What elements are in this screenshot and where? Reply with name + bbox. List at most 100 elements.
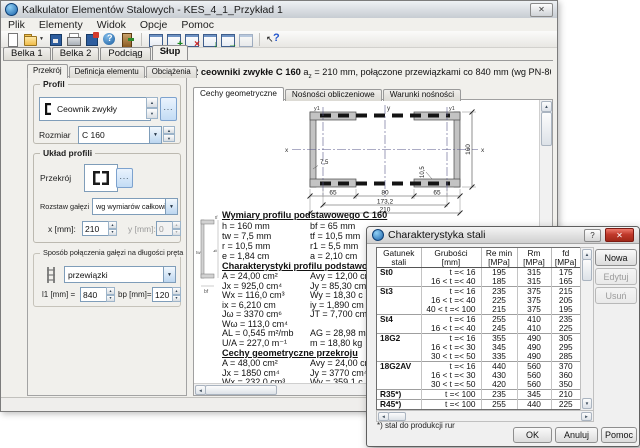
save-report-icon bbox=[84, 32, 99, 47]
value-cell: 440 bbox=[517, 400, 551, 410]
channel-dimension-sketch: h bf tw tf bbox=[196, 212, 222, 296]
rozstaw-value: wg wymiarów całkowitych bbox=[93, 202, 165, 211]
steel-row[interactable]: R45*)t =< 100255440225 bbox=[377, 400, 580, 410]
steel-table[interactable]: GatunekstaliGrubości[mm]Re min[MPa]Rm[MP… bbox=[377, 248, 580, 409]
sposob-combo[interactable]: przewiązki bbox=[64, 266, 176, 283]
scroll-right-icon[interactable] bbox=[581, 412, 592, 421]
tab-przekroj[interactable]: Przekrój bbox=[27, 64, 68, 78]
rozstaw-combo[interactable]: wg wymiarów całkowitych bbox=[92, 198, 178, 215]
element-export-icon bbox=[220, 32, 235, 47]
header-section-name: 2 ceowniki zwykłe C 160 bbox=[193, 66, 301, 77]
tab-cechy-geometryczne[interactable]: Cechy geometryczne bbox=[193, 87, 284, 101]
dialog-title-bar[interactable]: Charakterystyka stali bbox=[367, 227, 639, 244]
close-button[interactable] bbox=[530, 3, 553, 17]
spin-down-icon[interactable] bbox=[172, 295, 181, 303]
element-locked-button[interactable] bbox=[237, 32, 254, 47]
steel-row[interactable]: St0t =< 16195315175 bbox=[377, 268, 580, 278]
new-steel-button[interactable]: Nowa bbox=[595, 249, 637, 266]
header-symbol: a bbox=[301, 67, 309, 77]
section-wymiary: Wymiary profilu podstawowego C 160 h = 1… bbox=[222, 210, 387, 261]
steel-row[interactable]: St4t =< 16255410235 bbox=[377, 315, 580, 325]
open-dropdown-icon[interactable] bbox=[38, 32, 45, 47]
svg-text:bf: bf bbox=[204, 289, 209, 295]
section-title: Wymiary profilu podstawowego C 160 bbox=[222, 210, 387, 220]
scroll-up-icon[interactable] bbox=[541, 101, 552, 112]
element-import-button[interactable] bbox=[201, 32, 218, 47]
channel-profile-icon bbox=[43, 102, 53, 116]
element-export-button[interactable] bbox=[219, 32, 236, 47]
help-button[interactable]: Pomoc bbox=[601, 427, 637, 443]
spin-up-icon[interactable] bbox=[146, 97, 158, 108]
cancel-button[interactable]: Anuluj bbox=[555, 427, 598, 443]
tab-podciag[interactable]: Podciąg bbox=[100, 47, 150, 60]
scroll-down-icon[interactable] bbox=[582, 398, 592, 409]
spin-up-icon[interactable] bbox=[163, 126, 175, 134]
menu-item-opcje[interactable]: Opcje bbox=[133, 19, 174, 31]
section-cechy: Cechy geometryczne przekroju A = 48,00 c… bbox=[222, 348, 375, 388]
spin-down-icon[interactable] bbox=[146, 108, 158, 119]
new-file-button[interactable] bbox=[4, 32, 21, 47]
dialog-help-button[interactable] bbox=[584, 229, 601, 242]
tab-belka-2[interactable]: Belka 2 bbox=[52, 47, 100, 60]
scroll-thumb[interactable] bbox=[205, 385, 277, 395]
save-file-button[interactable] bbox=[47, 32, 64, 47]
tab-warunki-nosnosci[interactable]: Warunki nośności bbox=[383, 89, 461, 101]
steel-row[interactable]: St3t =< 16235375215 bbox=[377, 287, 580, 297]
spin-down-icon[interactable] bbox=[106, 295, 115, 303]
spin-down-icon[interactable] bbox=[108, 229, 117, 237]
svg-text:y: y bbox=[387, 105, 391, 112]
dropdown-arrow-icon[interactable] bbox=[149, 127, 161, 143]
tab-slup[interactable]: Słup bbox=[152, 45, 189, 60]
rozmiar-spinner[interactable] bbox=[163, 126, 175, 142]
dropdown-arrow-icon[interactable] bbox=[165, 199, 177, 214]
tab-belka-1[interactable]: Belka 1 bbox=[3, 47, 51, 60]
spin-up-icon[interactable] bbox=[106, 287, 115, 295]
scroll-thumb[interactable] bbox=[388, 412, 406, 421]
steel-grade: St0 bbox=[377, 268, 421, 287]
save-report-button[interactable] bbox=[83, 32, 100, 47]
spin-up-icon[interactable] bbox=[108, 221, 117, 229]
layout-browse-button[interactable] bbox=[116, 168, 133, 188]
menu-item-elementy[interactable]: Elementy bbox=[32, 19, 90, 31]
steel-row[interactable]: R35*)t =< 100235345210 bbox=[377, 390, 580, 400]
title-bar[interactable]: Kalkulator Elementów Stalowych - KES_4_1… bbox=[1, 1, 557, 19]
x-spinner[interactable] bbox=[108, 221, 117, 236]
print-button[interactable] bbox=[65, 32, 82, 47]
save-file-icon bbox=[48, 32, 63, 47]
property-left: tw = 7,5 mm bbox=[222, 231, 310, 241]
desktop: Kalkulator Elementów Stalowych - KES_4_1… bbox=[0, 0, 640, 448]
profile-spinner[interactable] bbox=[146, 97, 158, 119]
profile-selector[interactable]: Ceownik zwykły bbox=[39, 97, 151, 121]
property-left: U/A = 227,0 m⁻¹ bbox=[222, 339, 310, 349]
menu-item-plik[interactable]: Plik bbox=[1, 19, 32, 31]
context-help-button[interactable] bbox=[265, 32, 282, 47]
scroll-thumb[interactable] bbox=[541, 112, 552, 146]
table-vertical-scrollbar[interactable] bbox=[580, 247, 594, 411]
tab-definicja-elementu[interactable]: Definicja elementu bbox=[69, 66, 145, 78]
spin-up-icon[interactable] bbox=[172, 287, 181, 295]
steel-row[interactable]: 18G2AVt =< 16440560370 bbox=[377, 362, 580, 372]
dialog-close-button[interactable] bbox=[605, 228, 634, 242]
rozmiar-combo[interactable]: C 160 bbox=[78, 126, 162, 144]
open-file-button[interactable] bbox=[22, 32, 46, 47]
value-cell: 255 bbox=[481, 400, 517, 410]
steel-row[interactable]: 18G2t =< 16355490305 bbox=[377, 334, 580, 344]
tab-obciazenia[interactable]: Obciążenia bbox=[146, 66, 197, 78]
menu-item-pomoc[interactable]: Pomoc bbox=[174, 19, 221, 31]
dropdown-arrow-icon[interactable] bbox=[163, 267, 175, 282]
menu-item-widok[interactable]: Widok bbox=[90, 19, 133, 31]
help-button[interactable] bbox=[101, 32, 118, 47]
profile-browse-button[interactable] bbox=[160, 97, 177, 121]
l1-spinner[interactable] bbox=[106, 287, 115, 302]
scroll-thumb[interactable] bbox=[582, 259, 592, 281]
steel-table-container: GatunekstaliGrubości[mm]Re min[MPa]Rm[MP… bbox=[376, 247, 581, 410]
tab-nosnosci-obliczeniowe[interactable]: Nośności obliczeniowe bbox=[285, 89, 382, 101]
ok-button[interactable]: OK bbox=[513, 427, 552, 443]
svg-text:173,2: 173,2 bbox=[377, 199, 394, 206]
exit-button[interactable] bbox=[119, 32, 136, 47]
svg-text:h: h bbox=[213, 249, 219, 252]
bp-spinner[interactable] bbox=[172, 287, 181, 302]
spin-down-icon bbox=[172, 229, 181, 237]
spin-up-icon bbox=[172, 221, 181, 229]
spin-down-icon[interactable] bbox=[163, 134, 175, 142]
